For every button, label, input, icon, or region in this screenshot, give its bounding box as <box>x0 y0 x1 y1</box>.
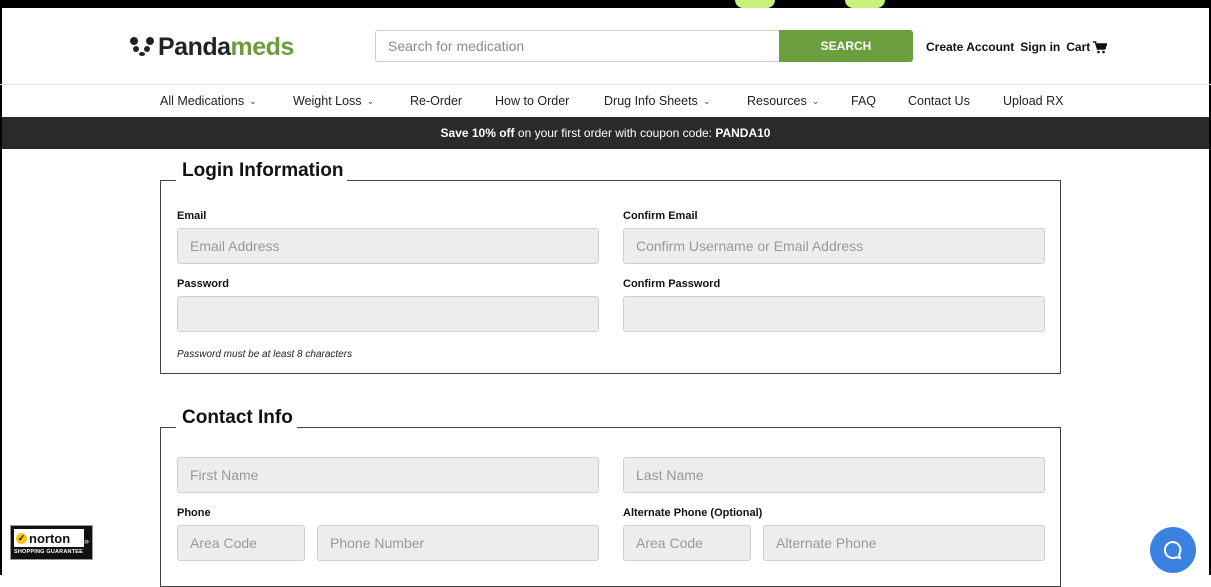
confirm-email-label: Confirm Email <box>623 210 698 222</box>
first-name-field[interactable]: First Name <box>177 457 599 493</box>
nav-label: Re-Order <box>410 94 463 108</box>
nav-label: FAQ <box>851 94 877 108</box>
norton-brand: norton <box>29 530 71 546</box>
main-nav: All Medications ⌄ Weight Loss ⌄ Re-Order H… <box>0 85 1211 117</box>
cart-label: Cart <box>1066 40 1091 54</box>
nav-label: Resources <box>747 94 807 108</box>
sign-in-link[interactable]: Sign in <box>1020 40 1060 54</box>
promo-banner: Save 10% off on your first order with co… <box>2 117 1209 149</box>
norton-subtitle: SHOPPING GUARANTEE <box>14 549 83 555</box>
nav-label: Upload RX <box>1003 94 1064 108</box>
password-field[interactable] <box>177 296 599 332</box>
norton-logo: ✓ norton <box>14 529 84 547</box>
top-border <box>0 0 1211 8</box>
check-icon: ✓ <box>16 532 27 544</box>
nav-item-upload-rx[interactable]: Upload RX <box>1003 94 1063 108</box>
chevron-down-icon: ⌄ <box>249 95 257 106</box>
nav-label: Contact Us <box>908 94 970 108</box>
chevron-down-icon: ⌄ <box>366 95 375 106</box>
nav-item-resources[interactable]: Resources ⌄ <box>747 94 819 108</box>
site-logo[interactable]: Panda meds <box>130 33 294 62</box>
alt-phone-label: Alternate Phone (Optional) <box>623 507 763 519</box>
chevron-down-icon: ⌄ <box>702 95 711 106</box>
nav-label: Drug Info Sheets <box>604 94 698 108</box>
account-links: Create Account Sign in Cart <box>926 40 1108 54</box>
confirm-email-field[interactable]: Confirm Username or Email Address <box>623 228 1045 264</box>
confirm-password-label: Confirm Password <box>623 278 721 290</box>
email-field[interactable]: Email Address <box>177 228 599 264</box>
panda-icon <box>130 36 156 59</box>
nav-item-contact-us[interactable]: Contact Us <box>908 94 970 108</box>
confirm-password-field[interactable] <box>623 296 1045 332</box>
login-section-title: Login Information <box>176 160 348 182</box>
norton-badge[interactable]: ✓ norton SHOPPING GUARANTEE » <box>10 525 93 560</box>
promo-code: PANDA10 <box>715 126 771 140</box>
nav-item-faq[interactable]: FAQ <box>851 94 876 108</box>
nav-label: All Medications <box>160 94 245 108</box>
nav-item-re-order[interactable]: Re-Order <box>410 94 462 108</box>
email-label: Email <box>177 210 207 222</box>
cart-icon <box>1093 40 1108 53</box>
cart-link[interactable]: Cart <box>1066 40 1108 54</box>
nav-label: How to Order <box>495 94 570 108</box>
chevron-down-icon: ⌄ <box>811 95 820 106</box>
search-bar: SEARCH <box>375 30 913 62</box>
search-input[interactable] <box>375 30 779 62</box>
decorative-blob <box>845 0 885 8</box>
chat-button[interactable] <box>1150 527 1196 573</box>
promo-highlight: Save 10% off <box>440 126 515 140</box>
password-hint: Password must be at least 8 characters <box>177 349 353 360</box>
area-code-field[interactable]: Area Code <box>177 525 305 561</box>
logo-text-meds: meds <box>230 33 295 61</box>
login-information-section <box>160 180 1061 374</box>
nav-label: Weight Loss <box>293 94 362 108</box>
nav-item-weight-loss[interactable]: Weight Loss ⌄ <box>293 94 374 108</box>
search-button[interactable]: SEARCH <box>779 30 913 62</box>
nav-item-how-to-order[interactable]: How to Order <box>495 94 569 108</box>
contact-section-title: Contact Info <box>176 407 297 429</box>
promo-text: on your first order with coupon code: <box>514 126 716 140</box>
phone-number-field[interactable]: Phone Number <box>317 525 599 561</box>
alt-area-code-field[interactable]: Area Code <box>623 525 751 561</box>
phone-label: Phone <box>177 507 211 519</box>
alt-phone-field[interactable]: Alternate Phone <box>763 525 1045 561</box>
chevron-right-icon: » <box>83 536 89 546</box>
last-name-field[interactable]: Last Name <box>623 457 1045 493</box>
site-header: Pandameds SEARCH Create Account Sign in … <box>0 8 1211 85</box>
password-label: Password <box>177 278 229 290</box>
nav-item-drug-info-sheets[interactable]: Drug Info Sheets ⌄ <box>604 94 710 108</box>
chat-icon <box>1163 540 1182 560</box>
decorative-blob <box>735 0 775 8</box>
create-account-link[interactable]: Create Account <box>926 40 1014 54</box>
nav-item-all-medications[interactable]: All Medications ⌄ <box>160 94 257 108</box>
logo-text-panda: Panda <box>158 33 231 61</box>
contact-info-section <box>160 427 1061 587</box>
